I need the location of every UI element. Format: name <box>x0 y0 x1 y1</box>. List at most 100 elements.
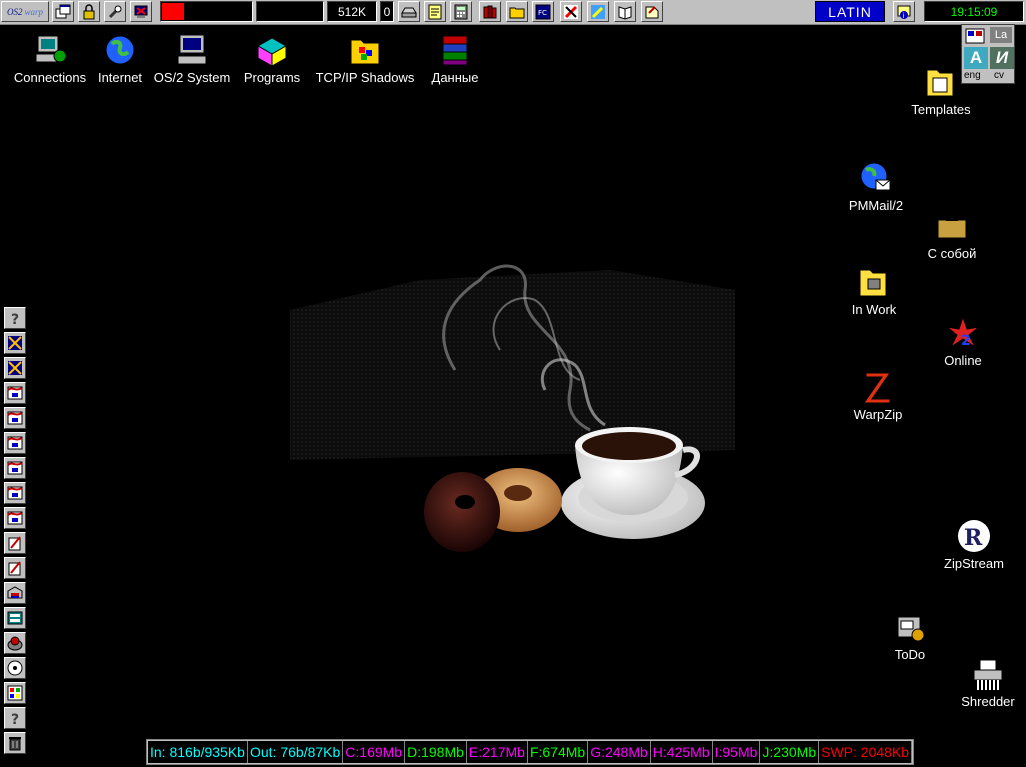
folder-icon <box>350 39 380 65</box>
svg-text:?: ? <box>11 312 19 326</box>
left-launchpad: ? ? <box>4 307 26 757</box>
books-icon[interactable] <box>479 1 501 22</box>
folder-icon[interactable] <box>4 582 26 604</box>
help-icon[interactable]: ? <box>4 707 26 729</box>
calculator-icon[interactable] <box>450 1 472 22</box>
cpu-meter-fill <box>162 3 184 20</box>
tools-icon[interactable] <box>560 1 582 22</box>
in-work-label: In Work <box>851 302 897 317</box>
window-icon[interactable] <box>4 482 26 504</box>
svg-text:2: 2 <box>961 333 971 349</box>
svg-text:i: i <box>903 12 905 20</box>
pmmail-program[interactable]: PMMail/2 <box>826 160 926 213</box>
cd-icon[interactable] <box>4 657 26 679</box>
shutdown-icon[interactable] <box>130 1 152 22</box>
templates-label: Templates <box>911 102 971 117</box>
edit-icon[interactable] <box>4 532 26 554</box>
logo-text: OS2 <box>6 6 23 17</box>
svg-text:?: ? <box>11 712 19 726</box>
dannye-folder[interactable]: Данные <box>405 32 505 85</box>
command-prompt-icon[interactable]: FC <box>532 1 554 22</box>
programs-label: Programs <box>243 70 301 85</box>
edit-icon[interactable] <box>641 1 663 22</box>
computer-icon <box>177 34 207 65</box>
zipstream-program[interactable]: R ZipStream <box>924 518 1024 571</box>
todo-icon <box>897 616 925 642</box>
help-icon[interactable]: ? <box>4 307 26 329</box>
dannye-label: Данные <box>431 70 479 85</box>
drive-g-stat: G:248Mb <box>588 741 651 763</box>
keyboard-icon <box>965 28 985 44</box>
tcpip-shadows-folder[interactable]: TCP/IP Shadows <box>315 32 415 85</box>
cpu-meter <box>160 1 253 22</box>
todo-program[interactable]: ToDo <box>860 609 960 662</box>
folder-icon[interactable] <box>506 1 528 22</box>
briefcase-icon <box>937 214 967 239</box>
s-soboi-label: С собой <box>927 246 977 261</box>
find-icon[interactable] <box>104 1 126 22</box>
drive-f-stat: F:674Mb <box>527 741 589 763</box>
edit-icon[interactable] <box>4 557 26 579</box>
trash-icon[interactable] <box>4 732 26 754</box>
templates-folder[interactable]: Templates <box>891 64 991 117</box>
keyboard-layout-indicator[interactable]: LATIN <box>815 1 885 22</box>
palette-icon[interactable] <box>4 682 26 704</box>
s-soboi-folder[interactable]: С собой <box>902 208 1002 261</box>
window-icon[interactable] <box>4 507 26 529</box>
cv-label: cv <box>994 70 1004 81</box>
load-meter <box>256 1 324 22</box>
notes-icon[interactable] <box>424 1 446 22</box>
books-icon <box>442 35 468 66</box>
window-list-icon[interactable] <box>52 1 74 22</box>
window-icon[interactable] <box>4 382 26 404</box>
top-toolbar: OS2 warp 512K 0 FC LATIN i 19:15:09 <box>0 0 1026 25</box>
shredder-icon <box>973 659 1003 690</box>
drive-c-stat: C:169Mb <box>343 741 406 763</box>
zipstream-icon: R <box>958 520 990 552</box>
programs-folder[interactable]: Programs <box>222 32 322 85</box>
book-icon[interactable] <box>614 1 636 22</box>
drive-i-stat: I:95Mb <box>712 741 761 763</box>
programs-icon <box>256 37 288 67</box>
connections-icon <box>35 35 67 63</box>
online-icon: 2 <box>945 315 981 349</box>
window-icon[interactable] <box>4 432 26 454</box>
net-out-stat: Out: 76b/87Kb <box>247 741 344 763</box>
drive-e-stat: E:217Mb <box>466 741 528 763</box>
cyrillic-layout-button[interactable]: И <box>990 47 1014 69</box>
svg-text:R: R <box>964 525 983 551</box>
online-program[interactable]: 2 Online <box>913 315 1013 368</box>
warpzip-icon <box>863 372 891 404</box>
clock: 19:15:09 <box>924 1 1024 22</box>
memory-readout: 512K <box>327 1 377 22</box>
tcpip-shadows-label: TCP/IP Shadows <box>315 70 415 85</box>
mail-globe-icon <box>860 162 891 191</box>
system-status-bar: In: 816b/935Kb Out: 76b/87Kb C:169Mb D:1… <box>146 739 915 765</box>
online-label: Online <box>944 353 982 368</box>
os2-logo[interactable]: OS2 warp <box>1 1 49 22</box>
tools-icon[interactable] <box>4 332 26 354</box>
templates-icon <box>926 69 954 97</box>
warpzip-program[interactable]: WarpZip <box>828 369 928 422</box>
window-icon[interactable] <box>4 407 26 429</box>
la-label[interactable]: La <box>990 27 1012 43</box>
monitor-icon[interactable] <box>4 607 26 629</box>
tools-icon[interactable] <box>4 357 26 379</box>
info-icon[interactable]: i <box>893 1 915 22</box>
paint-icon[interactable] <box>587 1 609 22</box>
coffee-wallpaper <box>290 264 735 552</box>
in-work-folder[interactable]: In Work <box>824 264 924 317</box>
shredder-program[interactable]: Shredder <box>938 656 1026 709</box>
window-icon[interactable] <box>4 457 26 479</box>
drive-h-stat: H:425Mb <box>650 741 713 763</box>
folder-icon <box>859 269 887 297</box>
drive-d-stat: D:198Mb <box>405 741 467 763</box>
globe-icon <box>105 35 135 65</box>
shredder-label: Shredder <box>961 694 1015 709</box>
zipstream-label: ZipStream <box>944 556 1004 571</box>
globe-icon[interactable] <box>4 632 26 654</box>
drive-icon[interactable] <box>398 1 420 22</box>
net-in-stat: In: 816b/935Kb <box>148 741 248 763</box>
lock-icon[interactable] <box>78 1 100 22</box>
svg-text:FC: FC <box>538 9 547 17</box>
